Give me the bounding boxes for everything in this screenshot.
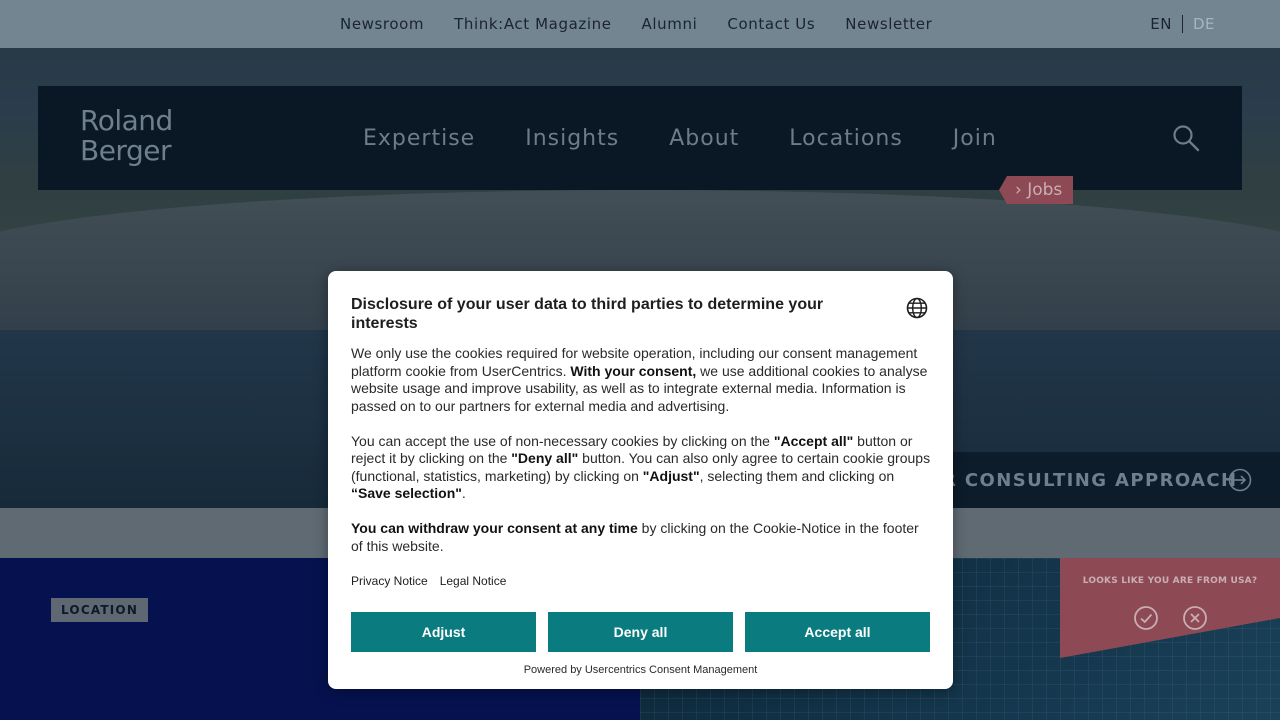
consent-p1-b: With your consent,: [570, 362, 697, 379]
main-nav: Expertise Insights About Locations Join: [363, 86, 1047, 190]
globe-icon[interactable]: [906, 297, 928, 319]
consent-paragraph-3: You can withdraw your consent at any tim…: [351, 520, 933, 555]
utility-link-thinkact[interactable]: Think:Act Magazine: [454, 15, 611, 33]
consent-paragraph-2: You can accept the use of non-necessary …: [351, 433, 933, 503]
arrow-circle-icon: [1228, 468, 1252, 492]
utility-link-newsletter[interactable]: Newsletter: [845, 15, 932, 33]
privacy-notice-link[interactable]: Privacy Notice: [351, 574, 428, 588]
legal-notice-link[interactable]: Legal Notice: [440, 574, 507, 588]
logo-line-2: Berger: [80, 134, 171, 167]
top-utility-bar: Newsroom Think:Act Magazine Alumni Conta…: [0, 0, 1280, 48]
cookie-consent-dialog: Disclosure of your user data to third pa…: [328, 271, 953, 689]
lang-de[interactable]: DE: [1183, 15, 1215, 33]
jobs-tag[interactable]: › Jobs: [999, 176, 1073, 204]
location-badge: LOCATION: [51, 598, 149, 622]
consent-p3-a: You can withdraw your consent at any tim…: [351, 520, 638, 536]
utility-link-alumni[interactable]: Alumni: [642, 15, 698, 33]
geo-suggestion-text: LOOKS LIKE YOU ARE FROM USA?: [1082, 576, 1258, 586]
accept-all-button[interactable]: Accept all: [745, 612, 930, 652]
consent-p2-f: "Adjust": [642, 467, 700, 484]
utility-nav: Newsroom Think:Act Magazine Alumni Conta…: [340, 0, 932, 48]
nav-locations[interactable]: Locations: [789, 126, 903, 151]
search-icon[interactable]: [1172, 124, 1200, 152]
nav-insights[interactable]: Insights: [525, 126, 619, 151]
roland-berger-logo[interactable]: Roland Berger: [80, 106, 190, 166]
adjust-button[interactable]: Adjust: [351, 612, 536, 652]
consulting-approach-cta[interactable]: R CONSULTING APPROACH: [930, 452, 1280, 508]
nav-join[interactable]: Join: [953, 126, 997, 151]
consulting-approach-label: R CONSULTING APPROACH: [942, 469, 1238, 491]
consent-title: Disclosure of your user data to third pa…: [351, 296, 824, 332]
utility-link-newsroom[interactable]: Newsroom: [340, 15, 424, 33]
consent-p2-a: You can accept the use of non-necessary …: [351, 432, 774, 449]
consent-p2-i: .: [461, 485, 466, 501]
consent-body: We only use the cookies required for web…: [351, 345, 933, 573]
logo-line-1: Roland: [80, 104, 173, 137]
consent-p2-d: "Deny all": [511, 450, 579, 466]
nav-about[interactable]: About: [669, 126, 739, 151]
deny-all-button[interactable]: Deny all: [548, 612, 733, 652]
consent-p2-h: “Save selection": [351, 485, 462, 501]
utility-link-contact[interactable]: Contact Us: [727, 15, 815, 33]
powered-by-text: Powered by Usercentrics Consent Manageme…: [523, 664, 758, 676]
x-circle-icon[interactable]: [1182, 605, 1208, 631]
consent-links: Privacy Notice Legal Notice: [351, 574, 506, 588]
consent-p2-g: , selecting them and clicking on: [699, 467, 895, 484]
main-header: Roland Berger Expertise Insights About L…: [38, 86, 1242, 190]
consent-p2-b: "Accept all": [773, 432, 854, 449]
check-circle-icon[interactable]: [1133, 605, 1159, 631]
nav-expertise[interactable]: Expertise: [363, 126, 475, 151]
language-switcher: EN DE: [1150, 0, 1215, 48]
consent-paragraph-1: We only use the cookies required for web…: [351, 345, 933, 415]
consent-buttons: Adjust Deny all Accept all: [351, 612, 930, 652]
lang-en[interactable]: EN: [1150, 15, 1183, 33]
